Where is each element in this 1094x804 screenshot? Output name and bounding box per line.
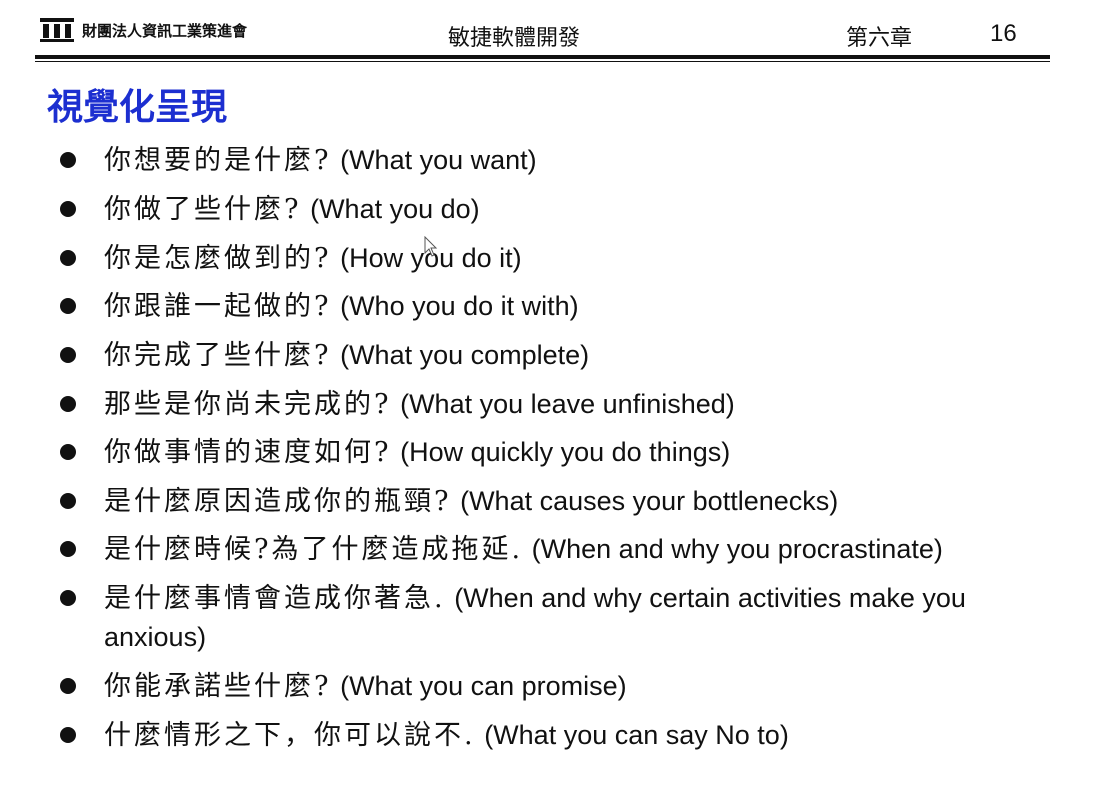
bullet-zh-text: 你跟誰一起做的? [104, 291, 332, 322]
org-logo: 財團法人資訊工業策進會 [40, 18, 247, 42]
list-item: 你跟誰一起做的? (Who you do it with) [60, 287, 579, 326]
page-number: 16 [990, 20, 1017, 47]
list-item: 你做了些什麼? (What you do) [60, 190, 480, 229]
org-name: 財團法人資訊工業策進會 [82, 21, 248, 40]
pillars-logo-icon [40, 18, 74, 42]
list-item: 你想要的是什麼? (What you want) [60, 141, 537, 180]
mouse-pointer-icon [424, 236, 438, 257]
bullet-en-text: (What causes your bottlenecks) [460, 486, 839, 516]
bullet-en-text: (What you want) [340, 145, 537, 175]
slide-title: 視覺化呈現 [47, 86, 228, 128]
bullet-en-text: (What you complete) [340, 340, 590, 370]
list-item: 你完成了些什麼? (What you complete) [60, 336, 590, 375]
bullet-en-text: (What you do) [310, 194, 480, 224]
bullet-dot-icon [60, 298, 76, 314]
bullet-zh-text: 是什麼事情會造成你著急. [104, 583, 446, 614]
bullet-dot-icon [60, 444, 76, 460]
bullet-dot-icon [60, 152, 76, 168]
bullet-zh-text: 是什麼原因造成你的瓶頸? [104, 486, 452, 517]
header-divider [35, 55, 1050, 59]
bullet-dot-icon [60, 678, 76, 694]
bullet-zh-text: 你能承諾些什麼? [104, 671, 332, 702]
bullet-dot-icon [60, 541, 76, 557]
bullet-zh-text: 你是怎麼做到的? [104, 243, 332, 274]
bullet-en-text: (How quickly you do things) [400, 437, 731, 467]
bullet-dot-icon [60, 493, 76, 509]
bullet-zh-text: 你做事情的速度如何? [104, 437, 392, 468]
bullet-dot-icon [60, 347, 76, 363]
list-item: 那些是你尚未完成的? (What you leave unfinished) [60, 385, 735, 424]
list-item: 是什麼原因造成你的瓶頸? (What causes your bottlenec… [60, 482, 839, 521]
list-item: 是什麼時候?為了什麼造成拖延. (When and why you procra… [60, 530, 943, 569]
bullet-zh-text: 你做了些什麼? [104, 194, 302, 225]
bullet-dot-icon [60, 396, 76, 412]
bullet-zh-text: 那些是你尚未完成的? [104, 389, 392, 420]
list-item: 是什麼事情會造成你著急. (When and why certain activ… [60, 579, 1044, 657]
bullet-en-text: (When and why you procrastinate) [531, 534, 943, 564]
bullet-zh-text: 是什麼時候?為了什麼造成拖延. [104, 534, 524, 565]
course-title: 敏捷軟體開發 [448, 26, 581, 51]
bullet-dot-icon [60, 250, 76, 266]
bullet-dot-icon [60, 727, 76, 743]
header-divider-thin [35, 61, 1050, 62]
bullet-dot-icon [60, 590, 76, 606]
list-item: 什麼情形之下，你可以說不. (What you can say No to) [60, 716, 789, 755]
list-item: 你做事情的速度如何? (How quickly you do things) [60, 433, 731, 472]
bullet-en-text: (Who you do it with) [340, 291, 579, 321]
list-item: 你能承諾些什麼? (What you can promise) [60, 667, 627, 706]
list-item: 你是怎麼做到的? (How you do it) [60, 239, 522, 278]
chapter-label: 第六章 [846, 26, 913, 51]
bullet-zh-text: 什麼情形之下，你可以說不. [104, 720, 476, 751]
bullet-zh-text: 你完成了些什麼? [104, 340, 332, 371]
bullet-en-text: (What you can say No to) [484, 720, 789, 750]
bullet-dot-icon [60, 201, 76, 217]
bullet-en-text: (What you leave unfinished) [400, 389, 735, 419]
bullet-zh-text: 你想要的是什麼? [104, 145, 332, 176]
slide-header: 財團法人資訊工業策進會 敏捷軟體開發 第六章 16 [0, 0, 1094, 62]
bullet-en-text: (What you can promise) [340, 671, 627, 701]
